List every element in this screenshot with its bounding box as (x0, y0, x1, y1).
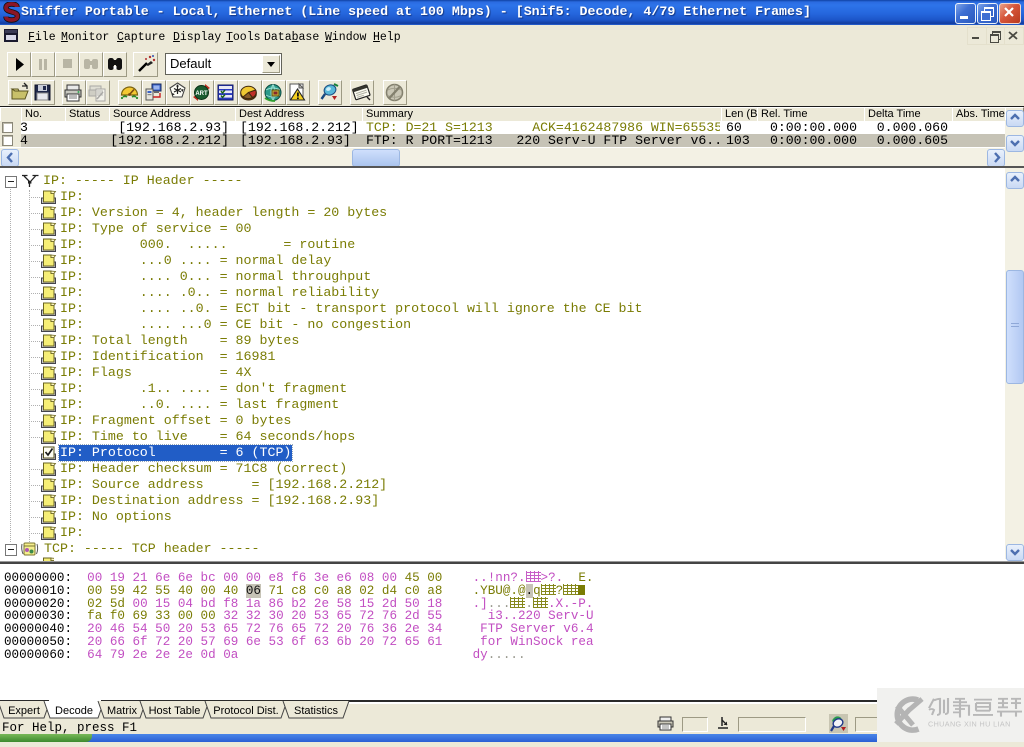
svg-text:Protocol Dist.: Protocol Dist. (213, 705, 278, 717)
svg-text:Expert: Expert (8, 705, 40, 717)
svg-text:ART: ART (195, 91, 208, 97)
svg-text:Decode: Decode (55, 705, 93, 717)
svg-text:CHUANG XIN HU LIAN: CHUANG XIN HU LIAN (928, 720, 1011, 729)
svg-text:Matrix: Matrix (107, 705, 137, 717)
svg-text:Statistics: Statistics (294, 705, 339, 717)
svg-text:Host Table: Host Table (149, 705, 201, 717)
